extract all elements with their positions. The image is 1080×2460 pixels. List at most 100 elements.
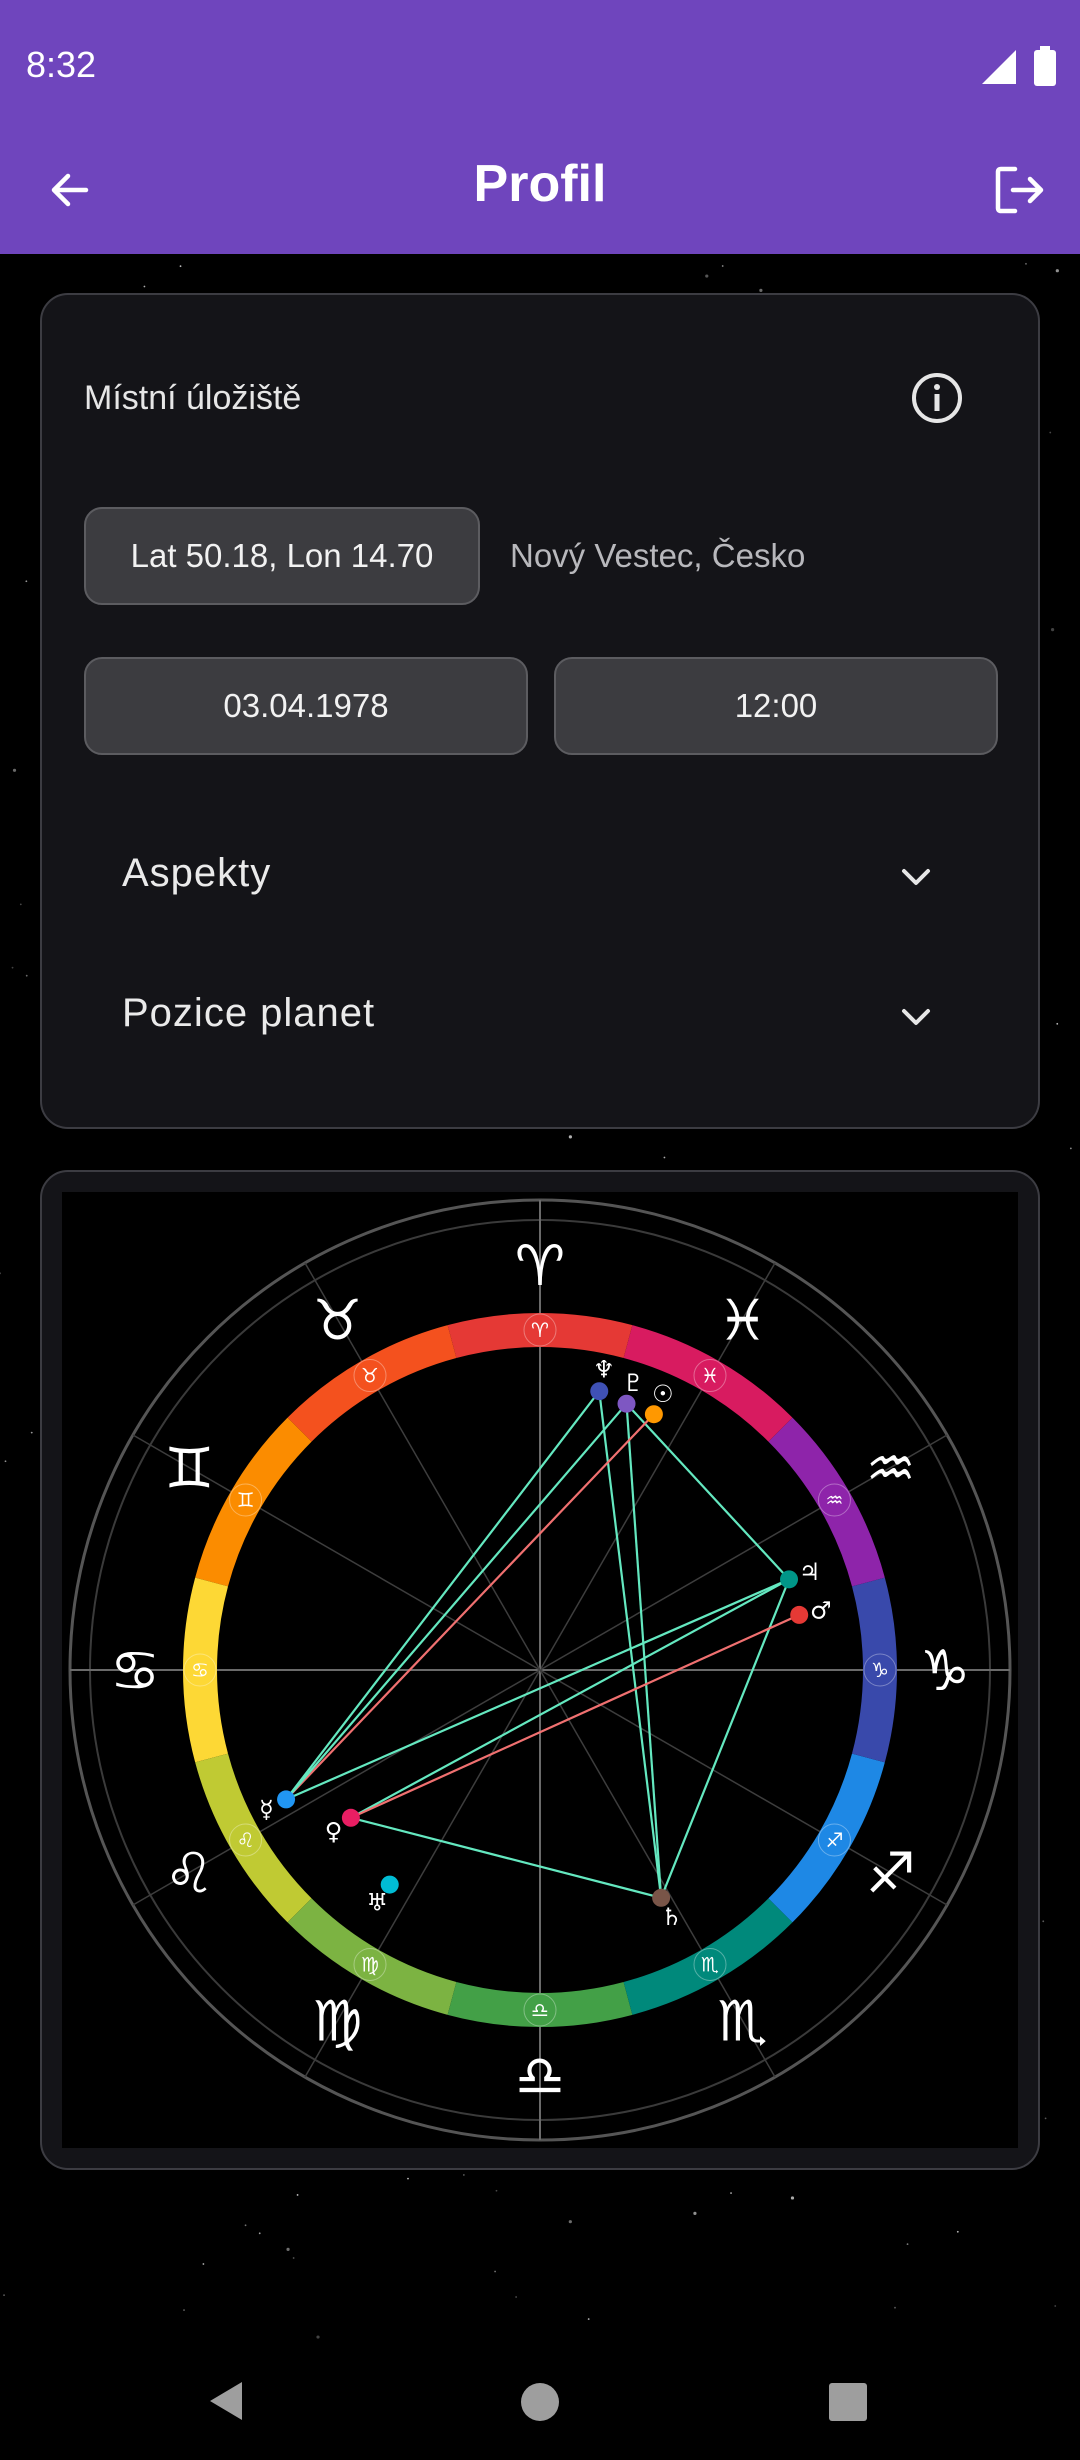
star — [894, 2306, 896, 2309]
star — [1042, 1920, 1045, 1923]
sign-marker-glyph: ♋ — [191, 1658, 209, 1682]
zodiac-sign-glyph: ♈ — [515, 1234, 565, 1299]
star — [462, 2174, 465, 2176]
zodiac-sign-glyph: ♐ — [866, 1842, 916, 1907]
star — [721, 265, 724, 267]
star — [494, 2270, 496, 2273]
logout-icon — [995, 166, 1044, 214]
sign-marker-glyph: ♓ — [701, 1364, 719, 1388]
coordinates-button[interactable]: Lat 50.18, Lon 14.70 — [84, 507, 480, 605]
nav-back-icon[interactable] — [206, 2380, 246, 2422]
zodiac-sign-glyph: ♊ — [164, 1437, 214, 1502]
sign-marker-glyph: ♐ — [825, 1828, 843, 1852]
star — [4, 1460, 7, 1463]
date-button[interactable]: 03.04.1978 — [84, 657, 528, 755]
star — [30, 1431, 33, 1434]
chevron-down-icon — [902, 869, 930, 885]
planet-positions-expander[interactable]: Pozice planet — [42, 955, 1038, 1075]
planet-glyph: ♄ — [661, 1903, 683, 1931]
planet-dot — [277, 1790, 296, 1809]
zodiac-sign-glyph: ♌ — [164, 1842, 214, 1907]
sign-marker-glyph: ♉ — [361, 1364, 379, 1388]
sign-marker-glyph: ♊ — [237, 1488, 255, 1512]
star — [1054, 2305, 1057, 2307]
sign-marker-glyph: ♈ — [531, 1318, 549, 1342]
zodiac-sign-glyph: ♓ — [717, 1288, 767, 1353]
star — [183, 2309, 185, 2311]
logout-button[interactable] — [980, 150, 1060, 230]
battery-icon — [1034, 46, 1056, 86]
zodiac-sign-glyph: ♋ — [110, 1639, 160, 1704]
nav-home-icon[interactable] — [520, 2382, 560, 2422]
star — [759, 288, 763, 292]
planet-dot — [590, 1382, 609, 1401]
profile-settings-card: Místní úložiště Lat 50.18, Lon 14.70 Nov… — [40, 293, 1040, 1129]
system-nav-bar — [0, 2338, 1080, 2460]
star — [143, 285, 146, 288]
status-bar: 8:32 — [0, 0, 1080, 134]
planet-glyph: ♂ — [810, 1596, 832, 1624]
star — [244, 2224, 247, 2227]
star — [286, 2247, 290, 2251]
star — [730, 2192, 732, 2194]
planet-glyph: ♇ — [623, 1369, 645, 1397]
star — [1025, 262, 1027, 265]
star — [19, 903, 22, 906]
star — [663, 1156, 666, 1159]
star — [906, 2243, 909, 2246]
star — [705, 274, 709, 278]
star — [1049, 431, 1052, 434]
planet-glyph: ♆ — [593, 1356, 615, 1384]
star — [693, 2211, 697, 2215]
info-icon — [912, 373, 962, 423]
chevron-down-icon — [902, 1009, 930, 1025]
nav-recents-icon[interactable] — [828, 2382, 868, 2422]
planet-glyph: ♀ — [325, 1817, 343, 1845]
time-button[interactable]: 12:00 — [554, 657, 998, 755]
star — [587, 2318, 590, 2320]
planet-glyph: ☿ — [259, 1795, 274, 1823]
planet-dot — [780, 1570, 799, 1589]
planet-glyph: ♃ — [799, 1558, 821, 1586]
sign-marker-glyph: ♎ — [531, 1998, 549, 2022]
star — [1056, 1022, 1059, 1025]
sign-marker-glyph: ♒ — [825, 1488, 843, 1512]
star — [25, 580, 28, 583]
star — [12, 768, 17, 772]
signal-icon — [982, 50, 1016, 84]
star — [0, 1272, 2, 1275]
star — [956, 2230, 959, 2233]
star — [1050, 628, 1055, 632]
sign-marker-glyph: ♑ — [871, 1658, 889, 1682]
star — [1044, 2117, 1047, 2120]
page-title: Profil — [473, 155, 607, 213]
zodiac-sign-glyph: ♑ — [920, 1639, 970, 1704]
sign-marker-glyph: ♍ — [361, 1952, 379, 1976]
star — [407, 2177, 409, 2180]
star — [568, 1135, 572, 1139]
natal-chart: ♈ ♈ ♉ ♉ ♊ ♊ ♋ ♋ ♌ ♌ ♍ ♍ ♎ ♎ ♏ ♏ ♐ ♐ ♑ ♑ ♒ ♒ ♓ ♓ ♆ ♇ ☉ ♃ ♂ ☿ ♀ ♅ ♄ — [62, 1192, 1018, 2148]
star — [296, 2194, 299, 2196]
star — [3, 2294, 5, 2297]
zodiac-sign-glyph: ♏ — [717, 1990, 767, 2055]
planet-dot — [341, 1808, 360, 1827]
star — [790, 2196, 795, 2200]
star — [25, 974, 28, 977]
place-name: Nový Vestec, Česko — [510, 537, 806, 574]
star — [11, 966, 14, 969]
star — [515, 2296, 518, 2298]
zodiac-sign-glyph: ♒ — [866, 1437, 916, 1502]
star — [292, 2257, 295, 2259]
info-button[interactable] — [904, 365, 970, 431]
aspects-expander[interactable]: Aspekty — [42, 815, 1038, 935]
sign-marker-glyph: ♏ — [701, 1952, 719, 1976]
zodiac-sign-glyph: ♉ — [312, 1288, 362, 1353]
planet-dot — [790, 1605, 809, 1624]
sign-marker-glyph: ♌ — [237, 1828, 255, 1852]
planet-positions-label: Pozice planet — [122, 991, 376, 1035]
star — [258, 2232, 261, 2235]
star — [495, 2189, 498, 2192]
star — [202, 2263, 205, 2265]
planet-glyph: ☉ — [652, 1380, 674, 1408]
natal-chart-card: ♈ ♈ ♉ ♉ ♊ ♊ ♋ ♋ ♌ ♌ ♍ ♍ ♎ ♎ ♏ ♏ ♐ ♐ ♑ ♑ ♒ ♒ ♓ ♓ ♆ ♇ ☉ ♃ ♂ ☿ ♀ ♅ ♄ — [40, 1170, 1040, 2170]
